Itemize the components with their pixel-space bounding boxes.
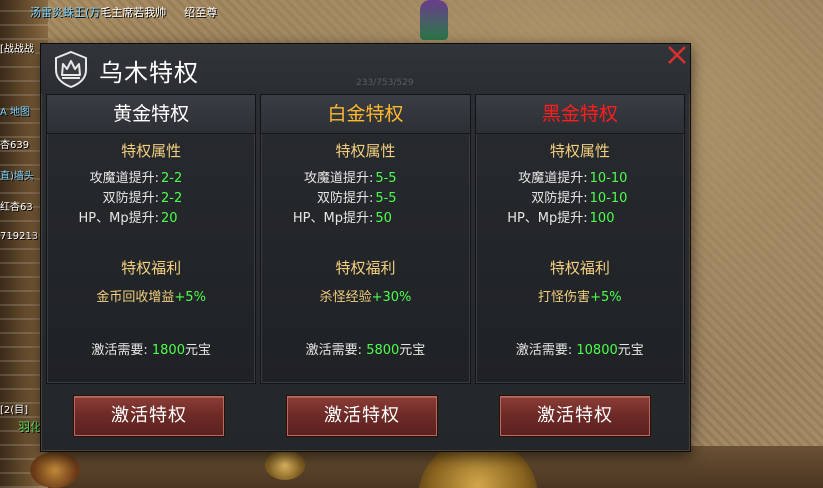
welfare-section-title: 特权福利	[549, 259, 610, 277]
attr-row: HP、Mp提升: 50	[261, 209, 469, 229]
cost-amount: 5800	[366, 343, 400, 358]
activate-black-gold-button[interactable]: 激活特权	[500, 396, 650, 436]
gold-sprite	[265, 450, 305, 480]
attr-value: 10-10	[589, 171, 628, 186]
cost-label: 激活需要:	[91, 343, 148, 358]
attr-value: 50	[375, 211, 392, 226]
benefit-line: 金币回收增益+5%	[47, 286, 255, 305]
attr-row: HP、Mp提升: 100	[476, 209, 684, 229]
welfare-section-title: 特权福利	[121, 259, 182, 277]
attr-row: 攻魔道提升: 10-10	[476, 169, 684, 189]
tier-columns: 黄金特权 特权属性 攻魔道提升: 2-2 双防提升: 2-2 HP、Mp提升: …	[46, 94, 685, 384]
attr-value: 10-10	[589, 191, 628, 206]
cost-label: 激活需要:	[305, 343, 363, 358]
chat-line-top: 汤雷炎蛛王(万毛主席若我帅 绍至尊	[30, 4, 217, 20]
attr-list: 攻魔道提升: 2-2 双防提升: 2-2 HP、Mp提升: 20	[47, 169, 255, 229]
attr-list: 攻魔道提升: 5-5 双防提升: 5-5 HP、Mp提升: 50	[261, 169, 469, 229]
tier-card-platinum: 白金特权 特权属性 攻魔道提升: 5-5 双防提升: 5-5 HP、Mp提升: …	[260, 94, 471, 384]
activate-platinum-button[interactable]: 激活特权	[287, 396, 437, 436]
attr-row: 攻魔道提升: 2-2	[47, 169, 255, 189]
tier-name: 黑金特权	[475, 95, 684, 134]
benefit-bonus: +30%	[371, 290, 412, 305]
benefit-text: 金币回收增益	[96, 290, 175, 305]
benefit-bonus: +5%	[174, 290, 206, 305]
activation-cost: 激活需要: 1800元宝	[47, 339, 255, 358]
attr-label: HP、Mp提升:	[292, 211, 374, 226]
attr-row: 双防提升: 10-10	[476, 189, 684, 209]
dialog-title: 乌木特权	[99, 59, 199, 87]
tier-card-black-gold: 黑金特权 特权属性 攻魔道提升: 10-10 双防提升: 10-10 HP、Mp…	[474, 94, 685, 384]
side-label: 719213	[0, 231, 39, 242]
cost-unit: 元宝	[399, 343, 426, 358]
benefit-text: 杀怪经验	[319, 290, 372, 305]
cost-label: 激活需要:	[515, 343, 573, 358]
dialog-title-bar[interactable]: 乌木特权 233/753/529	[41, 44, 690, 94]
attr-value: 5-5	[375, 171, 397, 186]
chat-message: 毛主席若我帅	[100, 6, 167, 19]
tier-name: 白金特权	[261, 95, 470, 134]
attr-section-title: 特权属性	[121, 142, 182, 160]
attr-label: 攻魔道提升:	[303, 171, 374, 186]
attr-value: 2-2	[161, 171, 183, 186]
attr-label: 攻魔道提升:	[89, 171, 159, 186]
side-label: [战战战	[0, 44, 34, 55]
attr-value: 100	[589, 211, 615, 226]
attr-section-title: 特权属性	[335, 142, 396, 160]
attr-label: 攻魔道提升:	[518, 171, 588, 186]
crown-shield-icon	[55, 50, 87, 88]
close-icon[interactable]	[664, 42, 690, 68]
benefit-text: 打怪伤害	[538, 290, 591, 305]
attr-section-title: 特权属性	[549, 142, 610, 160]
side-label: 红杏63	[0, 202, 33, 213]
map-coords-readout: 233/753/529	[356, 78, 414, 88]
attr-value: 2-2	[161, 191, 183, 206]
attr-label: HP、Mp提升:	[78, 211, 159, 226]
attr-row: 双防提升: 2-2	[47, 189, 255, 209]
tier-name: 黄金特权	[47, 95, 256, 134]
player-sprite-top	[420, 0, 448, 40]
cost-unit: 元宝	[617, 343, 644, 358]
player-name-label[interactable]: 羽化	[18, 418, 42, 435]
monster-sprite-left	[30, 452, 80, 488]
activation-cost: 激活需要: 10800元宝	[476, 339, 684, 358]
welfare-section-title: 特权福利	[335, 259, 396, 277]
tier-card-gold: 黄金特权 特权属性 攻魔道提升: 2-2 双防提升: 2-2 HP、Mp提升: …	[46, 94, 257, 384]
cost-unit: 元宝	[184, 343, 211, 358]
privilege-dialog: 乌木特权 233/753/529 黄金特权 特权属性 攻魔道提升: 2-2 双防…	[40, 43, 691, 452]
attr-label: 双防提升:	[316, 191, 374, 206]
attr-label: 双防提升:	[531, 191, 588, 206]
cost-amount: 10800	[576, 343, 618, 358]
benefit-bonus: +5%	[590, 290, 622, 305]
cost-amount: 1800	[151, 343, 185, 358]
side-label: 杏639	[0, 140, 30, 151]
attr-value: 20	[161, 211, 178, 226]
benefit-line: 打怪伤害+5%	[476, 286, 684, 305]
attr-row: 双防提升: 5-5	[261, 189, 469, 209]
chat-message-tail: 绍至尊	[184, 6, 218, 19]
activation-cost: 激活需要: 5800元宝	[261, 339, 469, 358]
chat-player-name[interactable]: 汤雷炎蛛王(万	[30, 6, 100, 19]
benefit-line: 杀怪经验+30%	[261, 286, 469, 305]
attr-row: 攻魔道提升: 5-5	[261, 169, 469, 189]
activate-gold-button[interactable]: 激活特权	[74, 396, 224, 436]
attr-label: HP、Mp提升:	[507, 211, 588, 226]
attr-row: HP、Mp提升: 20	[47, 209, 255, 229]
side-label: A 地图	[0, 107, 31, 118]
attr-value: 5-5	[375, 191, 397, 206]
attr-label: 双防提升:	[102, 191, 159, 206]
side-label: 直)墙头	[0, 171, 34, 182]
guild-tag: [2(目]	[0, 405, 29, 416]
attr-list: 攻魔道提升: 10-10 双防提升: 10-10 HP、Mp提升: 100	[476, 169, 684, 229]
